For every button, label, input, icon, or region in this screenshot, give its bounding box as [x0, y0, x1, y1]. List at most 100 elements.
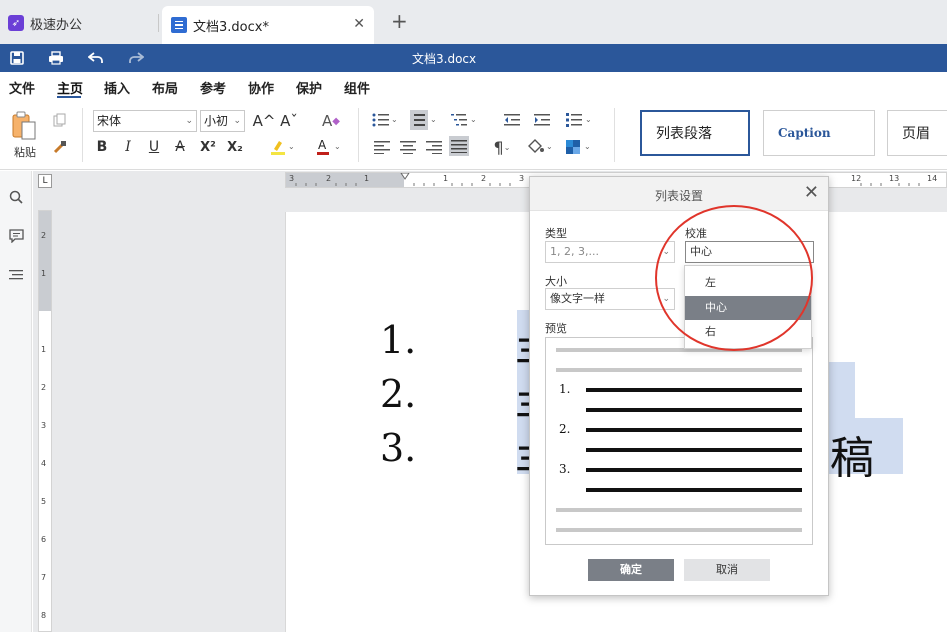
tab-stop-selector[interactable]: L [38, 174, 52, 188]
ruler-tick: 14 [927, 174, 938, 183]
list-text-partial: 丰 [515, 426, 529, 490]
comment-icon[interactable] [7, 227, 25, 245]
ruler-tick: 13 [889, 174, 900, 183]
strikethrough-button[interactable]: A [171, 137, 189, 157]
alignment-option-center[interactable]: 中心 [685, 296, 811, 320]
multilevel-list-icon[interactable]: ⌄ [450, 111, 478, 129]
preview-line [586, 448, 802, 452]
navigation-icon[interactable] [7, 266, 25, 284]
preview-line [556, 368, 802, 372]
borders-icon[interactable]: ⌄ [563, 137, 593, 157]
dialog-title: 列表设置 [654, 189, 703, 203]
ruler-tick: 1 [41, 269, 47, 278]
clear-format-icon[interactable]: A ◆ [321, 111, 341, 131]
ruler-tick: 2 [326, 174, 332, 183]
underline-button[interactable]: U [145, 137, 163, 157]
menu-bar: 文件 主页 插入 布局 参考 协作 保护 组件 [0, 72, 947, 100]
chevron-down-icon: ⌄ [662, 294, 670, 304]
menu-plugins[interactable]: 组件 [344, 78, 370, 97]
indent-marker-icon[interactable] [400, 173, 410, 181]
highlight-color-icon[interactable]: ⌄ [268, 137, 298, 157]
alignment-dropdown: 左 中心 右 [684, 265, 812, 349]
list-number: 1. [380, 318, 417, 362]
format-painter-icon[interactable] [51, 138, 69, 156]
menu-home[interactable]: 主页 [57, 78, 83, 97]
close-tab-icon[interactable]: ✕ [353, 16, 365, 32]
copy-icon[interactable] [51, 111, 69, 129]
left-sidebar [0, 171, 32, 632]
line-spacing-icon[interactable]: ⌄ [565, 111, 593, 129]
align-right-icon[interactable] [425, 138, 443, 156]
svg-text:⌄: ⌄ [391, 115, 398, 124]
title-bar: 文档3.docx [0, 44, 947, 72]
svg-text:⌄: ⌄ [470, 115, 477, 124]
menu-protect[interactable]: 保护 [296, 78, 322, 97]
style-list-paragraph[interactable]: 列表段落 [640, 110, 750, 156]
ruler-tick: 3 [289, 174, 295, 183]
style-header[interactable]: 页眉 [887, 110, 947, 156]
alignment-option-right[interactable]: 右 [685, 320, 811, 344]
vertical-ruler[interactable]: 2 1 1 2 3 4 5 6 7 8 [38, 210, 52, 632]
align-left-icon[interactable] [373, 138, 391, 156]
preview-number: 3. [559, 462, 571, 476]
alignment-select[interactable]: 中心 [685, 241, 814, 263]
cancel-button[interactable]: 取消 [684, 559, 770, 581]
shrink-font-button[interactable]: Aˇ [279, 111, 299, 131]
close-icon[interactable]: ✕ [804, 183, 819, 203]
decrease-indent-icon[interactable] [503, 111, 521, 129]
app-tab[interactable]: ➶ 极速办公 [8, 9, 82, 37]
font-family-select[interactable]: 宋体 ⌄ [93, 110, 197, 132]
size-select[interactable]: 像文字一样 ⌄ [545, 288, 675, 310]
pilcrow-icon[interactable]: ¶ ⌄ [487, 137, 517, 157]
menu-insert[interactable]: 插入 [104, 78, 130, 97]
type-select[interactable]: 1, 2, 3,... ⌄ [545, 241, 675, 263]
rocket-icon: ➶ [8, 15, 24, 31]
numbered-list-icon[interactable]: ⌄ [409, 109, 437, 131]
app-tab-label: 极速办公 [30, 17, 83, 33]
ribbon-separator [82, 108, 83, 162]
bullet-list-icon[interactable]: ⌄ [371, 111, 399, 129]
svg-text:⌄: ⌄ [430, 115, 436, 124]
chevron-down-icon: ⌄ [233, 116, 241, 126]
style-caption[interactable]: Caption [763, 110, 875, 156]
svg-text:⌄: ⌄ [585, 115, 592, 124]
list-preview: 1. 2. 3. [545, 337, 813, 545]
ok-button[interactable]: 确定 [588, 559, 674, 581]
font-color-icon[interactable]: A ⌄ [314, 137, 344, 157]
align-center-icon[interactable] [399, 138, 417, 156]
preview-line [586, 408, 802, 412]
document-icon [171, 17, 187, 33]
grow-font-icon: A^ [252, 112, 276, 130]
search-icon[interactable] [7, 188, 25, 206]
font-size-select[interactable]: 小初 ⌄ [200, 110, 245, 132]
new-tab-button[interactable]: + [391, 11, 408, 31]
menu-file[interactable]: 文件 [9, 78, 35, 97]
ruler-tick: 3 [519, 174, 525, 183]
alignment-option-left[interactable]: 左 [685, 271, 811, 295]
document-tab-label: 文档3.docx* [193, 19, 269, 35]
preview-line [586, 488, 802, 492]
menu-references[interactable]: 参考 [200, 78, 226, 97]
ribbon-toolbar: 粘贴 宋体 ⌄ 小初 ⌄ A^ Aˇ A ◆ B I U A X² X₂ ⌄ A ⌄… [0, 100, 947, 170]
size-value: 像文字一样 [550, 292, 605, 305]
subscript-button[interactable]: X₂ [224, 137, 246, 157]
ruler-tick: 1 [364, 174, 370, 183]
document-tab[interactable]: 文档3.docx* ✕ [162, 6, 374, 44]
ribbon-separator [358, 108, 359, 162]
menu-layout[interactable]: 布局 [152, 78, 178, 97]
paste-icon[interactable] [10, 110, 38, 142]
grow-font-button[interactable]: A^ [252, 111, 276, 131]
menu-collaborate[interactable]: 协作 [248, 78, 274, 97]
type-value: 1, 2, 3,... [550, 245, 599, 258]
ruler-tick: 1 [41, 345, 47, 354]
italic-button[interactable]: I [119, 137, 137, 157]
justify-icon[interactable] [449, 136, 469, 156]
list-number: 3. [380, 426, 417, 470]
bold-button[interactable]: B [93, 137, 111, 157]
increase-indent-icon[interactable] [533, 111, 551, 129]
ruler-tick: 8 [41, 611, 47, 620]
superscript-button[interactable]: X² [197, 137, 219, 157]
preview-number: 2. [559, 422, 571, 436]
preview-line [586, 388, 802, 392]
shading-icon[interactable]: ⌄ [525, 137, 555, 157]
